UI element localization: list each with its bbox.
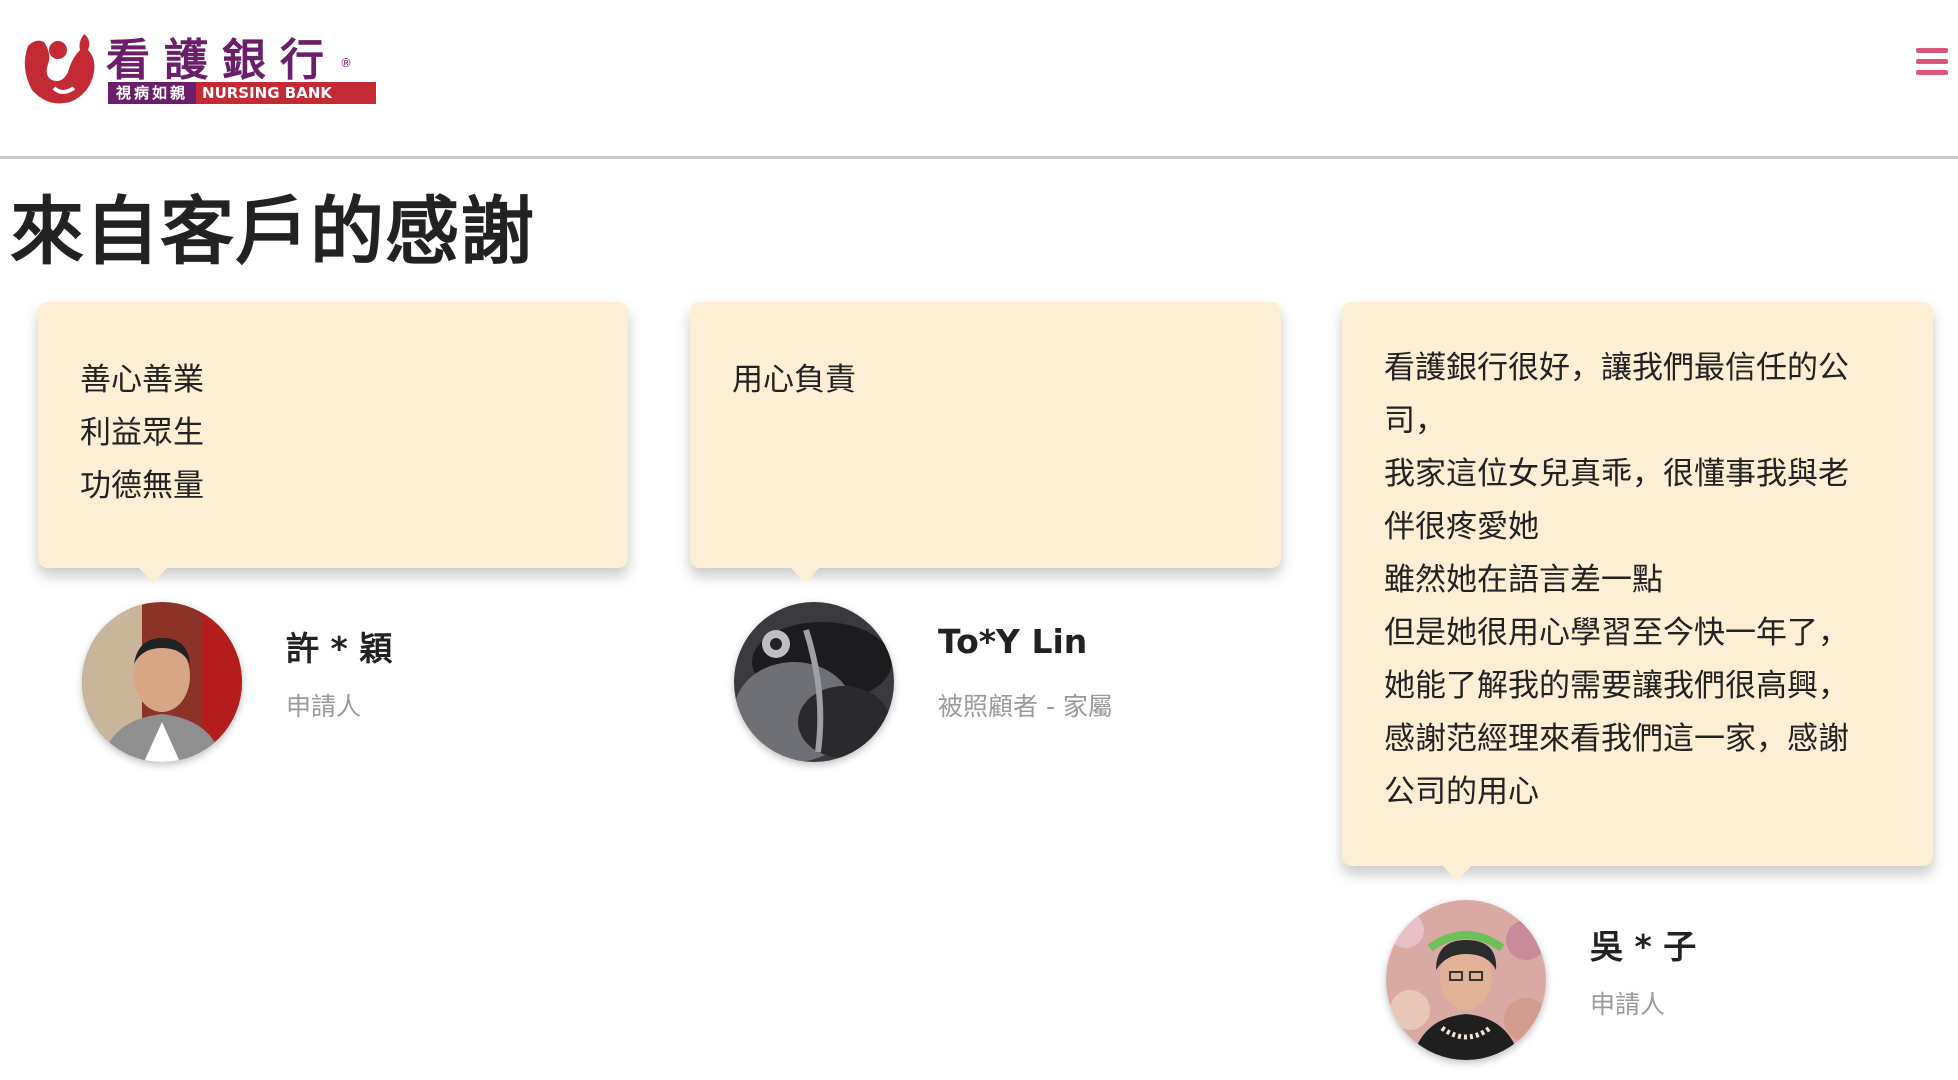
testimonial-text-line: 我家這位女兒真乖，很懂事我與老 xyxy=(1384,456,1849,492)
testimonial-author-name: To*Y Lin xyxy=(938,622,1088,661)
testimonial-text-line: 感謝范經理來看我們這一家，感謝 xyxy=(1384,721,1849,757)
avatar xyxy=(82,602,242,762)
testimonial-text-line: 伴很疼愛她 xyxy=(1384,509,1539,545)
testimonial-text-line: 功德無量 xyxy=(80,468,204,504)
logo-tagline-cn: 視病如親 xyxy=(108,82,197,104)
testimonial-text-line: 但是她很用心學習至今快一年了， xyxy=(1384,615,1849,651)
hamburger-menu-icon[interactable] xyxy=(1916,48,1948,78)
testimonial-bubble: 善心善業 利益眾生 功德無量 xyxy=(38,302,628,583)
testimonial-bubble: 用心負責 xyxy=(690,302,1281,583)
menu-bar xyxy=(1916,70,1948,75)
testimonial-text-line: 她能了解我的需要讓我們很高興， xyxy=(1384,668,1849,704)
logo-tagline: 視病如親 NURSING BANK xyxy=(108,82,376,104)
menu-bar xyxy=(1916,59,1948,64)
logo-registered-mark: ® xyxy=(340,56,352,70)
logo-mark-icon xyxy=(24,34,95,104)
testimonial-author-name: 許 * 穎 xyxy=(286,629,393,668)
testimonial-bubble: 看護銀行很好，讓我們最信任的公 司， 我家這位女兒真乖，很懂事我與老 伴很疼愛她… xyxy=(1342,302,1933,881)
testimonial-text-line: 善心善業 xyxy=(80,362,204,398)
testimonial-text-line: 用心負責 xyxy=(732,362,856,398)
testimonial-author-role: 被照顧者 - 家屬 xyxy=(938,692,1113,721)
avatar xyxy=(1386,900,1546,1060)
testimonial-text-line: 雖然她在語言差一點 xyxy=(1384,562,1663,598)
page-title: 來自客戶的感謝 xyxy=(10,189,535,275)
testimonial-text-line: 司， xyxy=(1384,403,1446,439)
testimonial-author-role: 申請人 xyxy=(1590,990,1666,1019)
testimonial-text-line: 公司的用心 xyxy=(1384,774,1539,810)
menu-bar xyxy=(1916,48,1948,53)
nursing-bank-logo[interactable]: 看護銀行 ® 視病如親 NURSING BANK xyxy=(18,28,376,108)
testimonial-text-line: 看護銀行很好，讓我們最信任的公 xyxy=(1384,350,1849,386)
logo-title: 看護銀行 xyxy=(106,35,338,86)
testimonial-text-line: 利益眾生 xyxy=(80,415,204,451)
site-header: 看護銀行 ® 視病如親 NURSING BANK xyxy=(0,0,1958,159)
testimonial-author-role: 申請人 xyxy=(286,692,362,721)
logo-tagline-en: NURSING BANK xyxy=(196,82,376,104)
testimonial-author-name: 吳 * 子 xyxy=(1590,927,1697,966)
avatar xyxy=(734,602,894,762)
